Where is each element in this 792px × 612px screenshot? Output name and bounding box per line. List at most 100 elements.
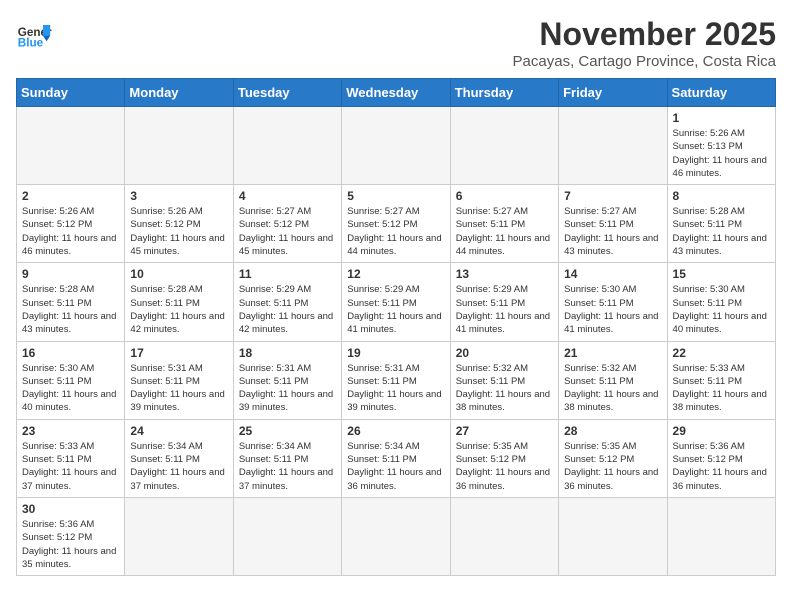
table-row: 22 Sunrise: 5:33 AM Sunset: 5:11 PM Dayli… (667, 341, 775, 419)
day-number: 26 (347, 424, 444, 438)
weekday-header-thursday: Thursday (450, 79, 558, 107)
day-info: Sunrise: 5:30 AM Sunset: 5:11 PM Dayligh… (673, 283, 770, 336)
table-row: 27Sunrise: 5:35 AM Sunset: 5:12 PM Dayli… (450, 419, 558, 497)
day-number: 30 (22, 502, 119, 516)
weekday-header-monday: Monday (125, 79, 233, 107)
calendar-week-row: 23 Sunrise: 5:33 AM Sunset: 5:11 PM Dayli… (17, 419, 776, 497)
day-number: 11 (239, 267, 336, 281)
table-row: 1Sunrise: 5:26 AM Sunset: 5:13 PM Daylig… (667, 107, 775, 185)
day-number: 5 (347, 189, 444, 203)
table-row: 14Sunrise: 5:30 AM Sunset: 5:11 PM Dayli… (559, 263, 667, 341)
day-info: Sunrise: 5:26 AM Sunset: 5:12 PM Dayligh… (22, 205, 119, 258)
table-row: 24Sunrise: 5:34 AM Sunset: 5:11 PM Dayli… (125, 419, 233, 497)
table-row (342, 497, 450, 575)
calendar-week-row: 30 Sunrise: 5:36 AM Sunset: 5:12 PM Dayli… (17, 497, 776, 575)
day-number: 6 (456, 189, 553, 203)
table-row (125, 497, 233, 575)
table-row: 6Sunrise: 5:27 AM Sunset: 5:11 PM Daylig… (450, 185, 558, 263)
table-row (559, 107, 667, 185)
day-number: 18 (239, 346, 336, 360)
logo: General Blue (16, 16, 52, 52)
day-info: Sunrise: 5:30 AM Sunset: 5:11 PM Dayligh… (22, 362, 119, 415)
table-row: 2 Sunrise: 5:26 AM Sunset: 5:12 PM Daylig… (17, 185, 125, 263)
day-info: Sunrise: 5:27 AM Sunset: 5:12 PM Dayligh… (239, 205, 336, 258)
table-row (450, 107, 558, 185)
table-row: 4 Sunrise: 5:27 AM Sunset: 5:12 PM Daylig… (233, 185, 341, 263)
table-row: 26 Sunrise: 5:34 AM Sunset: 5:11 PM Dayli… (342, 419, 450, 497)
day-number: 13 (456, 267, 553, 281)
table-row (667, 497, 775, 575)
day-info: Sunrise: 5:32 AM Sunset: 5:11 PM Dayligh… (456, 362, 553, 415)
day-number: 22 (673, 346, 770, 360)
day-number: 10 (130, 267, 227, 281)
day-number: 4 (239, 189, 336, 203)
day-number: 21 (564, 346, 661, 360)
weekday-header-row: SundayMondayTuesdayWednesdayThursdayFrid… (17, 79, 776, 107)
table-row: 18 Sunrise: 5:31 AM Sunset: 5:11 PM Dayli… (233, 341, 341, 419)
table-row: 11 Sunrise: 5:29 AM Sunset: 5:11 PM Dayli… (233, 263, 341, 341)
day-info: Sunrise: 5:34 AM Sunset: 5:11 PM Dayligh… (130, 440, 227, 493)
header: General Blue November 2025 Pacayas, Cart… (16, 16, 776, 70)
table-row: 12Sunrise: 5:29 AM Sunset: 5:11 PM Dayli… (342, 263, 450, 341)
table-row: 5 Sunrise: 5:27 AM Sunset: 5:12 PM Daylig… (342, 185, 450, 263)
day-number: 9 (22, 267, 119, 281)
day-info: Sunrise: 5:29 AM Sunset: 5:11 PM Dayligh… (239, 283, 336, 336)
calendar-week-row: 2 Sunrise: 5:26 AM Sunset: 5:12 PM Daylig… (17, 185, 776, 263)
day-info: Sunrise: 5:36 AM Sunset: 5:12 PM Dayligh… (673, 440, 770, 493)
weekday-header-wednesday: Wednesday (342, 79, 450, 107)
calendar-week-row: 1Sunrise: 5:26 AM Sunset: 5:13 PM Daylig… (17, 107, 776, 185)
day-info: Sunrise: 5:30 AM Sunset: 5:11 PM Dayligh… (564, 283, 661, 336)
day-info: Sunrise: 5:28 AM Sunset: 5:11 PM Dayligh… (130, 283, 227, 336)
location-subtitle: Pacayas, Cartago Province, Costa Rica (513, 53, 776, 70)
table-row: 30 Sunrise: 5:36 AM Sunset: 5:12 PM Dayli… (17, 497, 125, 575)
day-info: Sunrise: 5:35 AM Sunset: 5:12 PM Dayligh… (564, 440, 661, 493)
day-number: 16 (22, 346, 119, 360)
day-number: 12 (347, 267, 444, 281)
table-row (342, 107, 450, 185)
day-info: Sunrise: 5:31 AM Sunset: 5:11 PM Dayligh… (239, 362, 336, 415)
weekday-header-sunday: Sunday (17, 79, 125, 107)
day-info: Sunrise: 5:31 AM Sunset: 5:11 PM Dayligh… (130, 362, 227, 415)
day-info: Sunrise: 5:27 AM Sunset: 5:12 PM Dayligh… (347, 205, 444, 258)
day-info: Sunrise: 5:36 AM Sunset: 5:12 PM Dayligh… (22, 518, 119, 571)
table-row (233, 497, 341, 575)
weekday-header-saturday: Saturday (667, 79, 775, 107)
day-info: Sunrise: 5:32 AM Sunset: 5:11 PM Dayligh… (564, 362, 661, 415)
table-row: 7Sunrise: 5:27 AM Sunset: 5:11 PM Daylig… (559, 185, 667, 263)
calendar-week-row: 16 Sunrise: 5:30 AM Sunset: 5:11 PM Dayli… (17, 341, 776, 419)
day-info: Sunrise: 5:35 AM Sunset: 5:12 PM Dayligh… (456, 440, 553, 493)
table-row: 21 Sunrise: 5:32 AM Sunset: 5:11 PM Dayli… (559, 341, 667, 419)
day-info: Sunrise: 5:27 AM Sunset: 5:11 PM Dayligh… (564, 205, 661, 258)
day-number: 29 (673, 424, 770, 438)
day-info: Sunrise: 5:34 AM Sunset: 5:11 PM Dayligh… (347, 440, 444, 493)
svg-text:Blue: Blue (18, 37, 44, 50)
day-info: Sunrise: 5:34 AM Sunset: 5:11 PM Dayligh… (239, 440, 336, 493)
day-number: 2 (22, 189, 119, 203)
day-info: Sunrise: 5:31 AM Sunset: 5:11 PM Dayligh… (347, 362, 444, 415)
table-row: 29 Sunrise: 5:36 AM Sunset: 5:12 PM Dayli… (667, 419, 775, 497)
day-number: 20 (456, 346, 553, 360)
table-row: 25 Sunrise: 5:34 AM Sunset: 5:11 PM Dayli… (233, 419, 341, 497)
table-row: 17 Sunrise: 5:31 AM Sunset: 5:11 PM Dayli… (125, 341, 233, 419)
day-info: Sunrise: 5:33 AM Sunset: 5:11 PM Dayligh… (673, 362, 770, 415)
table-row (233, 107, 341, 185)
day-number: 17 (130, 346, 227, 360)
day-info: Sunrise: 5:26 AM Sunset: 5:12 PM Dayligh… (130, 205, 227, 258)
day-info: Sunrise: 5:33 AM Sunset: 5:11 PM Dayligh… (22, 440, 119, 493)
table-row: 10 Sunrise: 5:28 AM Sunset: 5:11 PM Dayli… (125, 263, 233, 341)
day-info: Sunrise: 5:28 AM Sunset: 5:11 PM Dayligh… (22, 283, 119, 336)
table-row: 3 Sunrise: 5:26 AM Sunset: 5:12 PM Daylig… (125, 185, 233, 263)
day-number: 28 (564, 424, 661, 438)
day-number: 25 (239, 424, 336, 438)
table-row: 13Sunrise: 5:29 AM Sunset: 5:11 PM Dayli… (450, 263, 558, 341)
table-row (559, 497, 667, 575)
day-number: 23 (22, 424, 119, 438)
table-row: 20 Sunrise: 5:32 AM Sunset: 5:11 PM Dayli… (450, 341, 558, 419)
table-row (125, 107, 233, 185)
day-number: 8 (673, 189, 770, 203)
calendar: SundayMondayTuesdayWednesdayThursdayFrid… (16, 78, 776, 576)
table-row: 15 Sunrise: 5:30 AM Sunset: 5:11 PM Dayli… (667, 263, 775, 341)
day-number: 15 (673, 267, 770, 281)
table-row: 23 Sunrise: 5:33 AM Sunset: 5:11 PM Dayli… (17, 419, 125, 497)
day-number: 3 (130, 189, 227, 203)
